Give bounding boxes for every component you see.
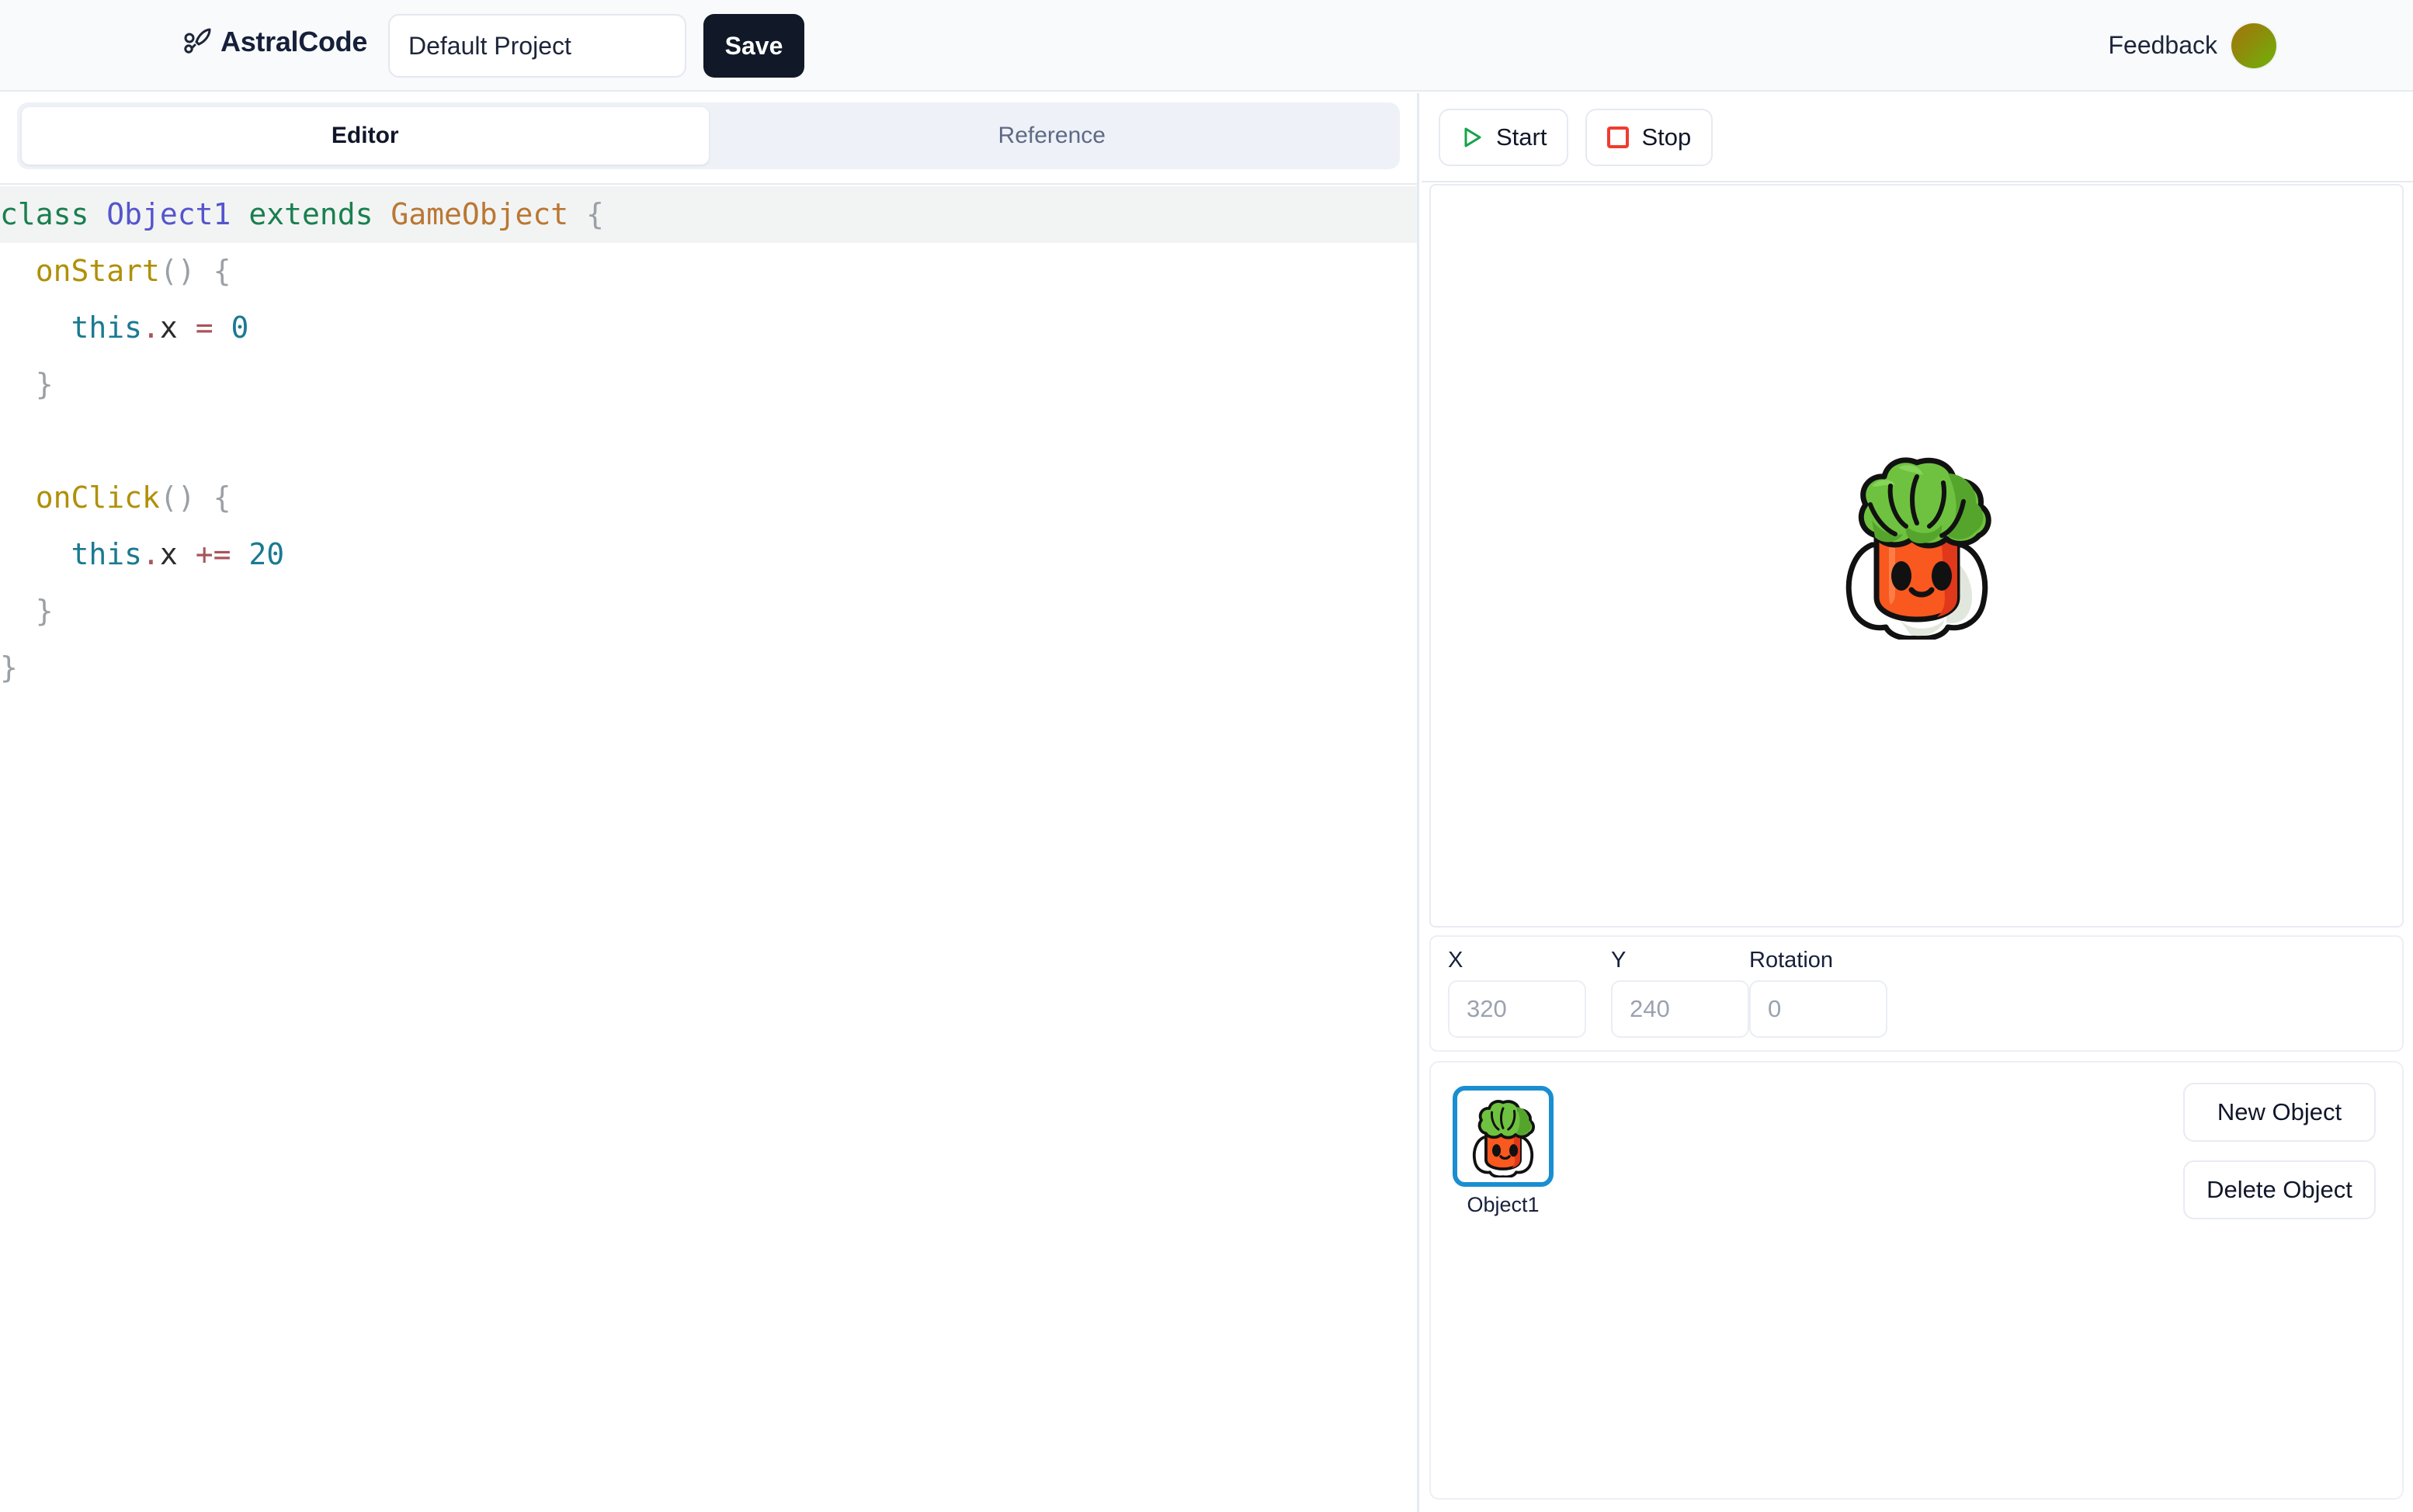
y-input[interactable]: [1611, 980, 1749, 1038]
feedback-link[interactable]: Feedback: [2108, 31, 2217, 60]
tabbar-container: Editor Reference: [0, 93, 1417, 185]
tab-reference[interactable]: Reference: [709, 107, 1396, 165]
code-line-7: this.x += 20: [71, 537, 285, 571]
play-icon: [1460, 126, 1484, 149]
object-list: Object1: [1451, 1086, 1555, 1217]
code-line-9: }: [0, 650, 18, 685]
run-controls: Start Stop: [1422, 93, 2413, 182]
delete-object-button[interactable]: Delete Object: [2183, 1160, 2376, 1219]
object-card-object1[interactable]: Object1: [1451, 1086, 1555, 1217]
property-y-label: Y: [1611, 948, 1627, 973]
code-line-5: ​: [0, 413, 1417, 470]
stop-button[interactable]: Stop: [1585, 108, 1713, 166]
stop-square-icon: [1607, 126, 1630, 148]
object-card-label: Object1: [1467, 1193, 1540, 1216]
objects-panel: Object1 New Object Delete Object: [1429, 1061, 2404, 1500]
code-line-3: this.x = 0: [71, 310, 249, 345]
code-line-6: onClick() {: [35, 480, 231, 515]
brand: AstralCode: [180, 25, 367, 59]
start-button-label: Start: [1496, 123, 1547, 151]
code-line-2: onStart() {: [35, 254, 231, 288]
code-line-4: }: [35, 367, 54, 401]
tabbar: Editor Reference: [17, 102, 1400, 169]
start-button[interactable]: Start: [1439, 108, 1569, 166]
transform-properties: X Y Rotation: [1429, 935, 2404, 1052]
property-rotation: Rotation: [1749, 948, 1887, 1038]
property-rotation-label: Rotation: [1749, 948, 1834, 973]
code-editor[interactable]: class Object1 extends GameObject { onSta…: [0, 186, 1417, 1512]
x-input[interactable]: [1448, 980, 1586, 1038]
editor-panel: Editor Reference class Object1 extends G…: [0, 93, 1419, 1512]
brand-name: AstralCode: [220, 26, 368, 57]
project-name-input[interactable]: [388, 14, 686, 78]
rocket-icon: [180, 25, 214, 59]
rotation-input[interactable]: [1749, 980, 1887, 1038]
app-header: AstralCode Save Feedback: [0, 0, 2413, 92]
sprite-thumb-icon: [1472, 1100, 1536, 1177]
save-button[interactable]: Save: [703, 14, 804, 78]
code-line-8: }: [35, 594, 54, 628]
stop-button-label: Stop: [1641, 123, 1692, 151]
avatar[interactable]: [2231, 23, 2276, 68]
game-canvas[interactable]: [1429, 184, 2404, 928]
new-object-button[interactable]: New Object: [2183, 1083, 2376, 1142]
tab-editor[interactable]: Editor: [22, 107, 709, 165]
canvas-sprite-object1[interactable]: [1824, 446, 2010, 640]
object-actions: New Object Delete Object: [2183, 1083, 2376, 1219]
property-x: X: [1448, 948, 1586, 1038]
property-y: Y: [1611, 948, 1749, 1038]
object-thumbnail[interactable]: [1453, 1086, 1554, 1187]
code-line-1: class Object1 extends GameObject {: [0, 186, 1417, 243]
property-x-label: X: [1448, 948, 1463, 973]
preview-panel: Start Stop X 320 Y 240 Rotation 0 Object…: [1422, 93, 2413, 1512]
